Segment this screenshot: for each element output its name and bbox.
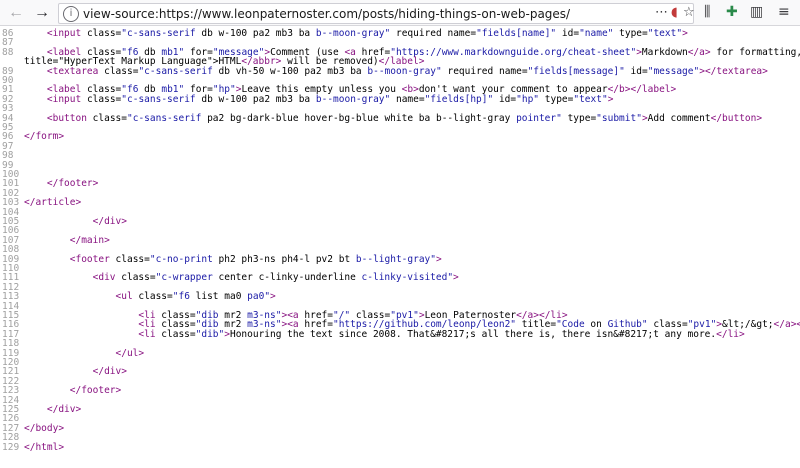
- url-bar[interactable]: i view-source:https://www.leonpaternoste…: [58, 3, 695, 24]
- url-text[interactable]: view-source:https://www.leonpaternoster.…: [83, 7, 570, 21]
- browser-toolbar: ← → i view-source:https://www.leonpatern…: [0, 0, 800, 26]
- source-view: 86 <input class="c-sans-serif db w-100 p…: [0, 26, 800, 468]
- library-icon[interactable]: ⫼: [704, 4, 710, 20]
- pocket-icon[interactable]: ◖: [671, 5, 678, 20]
- source-line: 129 </html>: [0, 441, 800, 454]
- source-code-text: </html>: [24, 441, 65, 453]
- bookmark-star-icon[interactable]: ☆: [683, 5, 695, 20]
- forward-arrow-icon[interactable]: →: [32, 3, 52, 23]
- menu-icon[interactable]: ≡: [778, 4, 790, 20]
- sidebar-icon[interactable]: ▥: [750, 4, 763, 20]
- page-actions-icon[interactable]: ⋯: [655, 5, 668, 20]
- info-icon[interactable]: i: [63, 6, 79, 22]
- back-arrow-icon[interactable]: ←: [6, 3, 26, 23]
- extension-icon[interactable]: ✚: [726, 4, 738, 20]
